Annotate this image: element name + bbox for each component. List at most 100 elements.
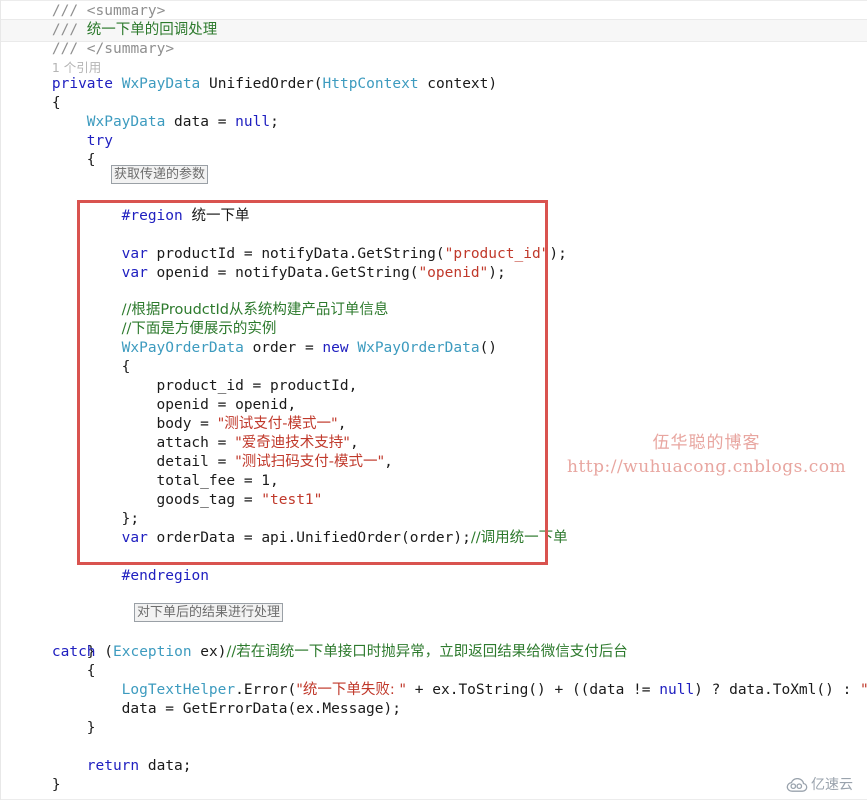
code-token: order =	[243, 340, 323, 356]
code-token: ""	[860, 682, 867, 698]
collapsed-region-get-params[interactable]: 获取传递的参数	[111, 165, 209, 184]
code-line-32[interactable]: return data;	[87, 757, 192, 776]
code-token: //下面是方便展示的实例	[121, 321, 277, 337]
code-token: context)	[418, 76, 498, 92]
code-line-28[interactable]: {	[87, 662, 96, 681]
code-line-6[interactable]: WxPayData data = null;	[87, 113, 279, 132]
site-logo: 亿速云	[786, 776, 853, 794]
code-token: "测试扫码支付-模式一"	[235, 454, 385, 470]
code-token: LogTextHelper	[121, 682, 236, 698]
site-logo-text: 亿速云	[811, 777, 853, 793]
code-line-15[interactable]: {	[122, 358, 131, 377]
code-token: productId = notifyData.GetString(	[147, 246, 445, 262]
code-token: var	[121, 530, 148, 546]
code-line-1[interactable]: /// 统一下单的回调处理	[52, 21, 217, 40]
code-token: var	[121, 265, 148, 281]
code-token: Exception	[113, 644, 192, 660]
code-token: product_id = productId,	[156, 378, 358, 394]
code-token: 统一下单的回调处理	[86, 22, 218, 38]
code-line-5[interactable]: {	[52, 94, 61, 113]
code-token: private	[51, 76, 122, 92]
code-token: WxPayData	[121, 76, 201, 92]
code-line-catch[interactable]: catch (Exception ex)//若在调统一下单接口时抛异常，立即返回…	[52, 643, 628, 662]
code-line-25[interactable]: #endregion	[122, 567, 209, 586]
code-token: );	[488, 265, 506, 281]
code-token: //调用统一下单	[470, 530, 568, 546]
code-token: HttpContext	[322, 76, 419, 92]
code-token: total_fee = 1,	[156, 473, 279, 489]
code-text-layer[interactable]: /// <summary>/// 统一下单的回调处理/// </summary>…	[1, 0, 867, 800]
code-token: 统一下单	[191, 208, 250, 224]
code-token: return	[86, 758, 140, 774]
code-token: "爱奇迪技术支持"	[235, 435, 350, 451]
code-line-30[interactable]: data = GetErrorData(ex.Message);	[122, 700, 401, 719]
code-line-31[interactable]: }	[87, 719, 96, 738]
code-line-24[interactable]: var orderData = api.UnifiedOrder(order);…	[122, 529, 568, 548]
code-token: {	[86, 663, 96, 679]
code-line-0[interactable]: /// <summary>	[52, 2, 166, 21]
code-token: null	[659, 682, 695, 698]
code-line-13[interactable]: //下面是方便展示的实例	[122, 320, 277, 339]
code-token: openid = notifyData.GetString(	[147, 265, 419, 281]
code-line-8[interactable]: {	[87, 151, 96, 170]
code-token: //若在调统一下单接口时抛异常，立即返回结果给微信支付后台	[226, 644, 628, 660]
code-token: goods_tag =	[156, 492, 262, 508]
code-line-22[interactable]: goods_tag = "test1"	[157, 491, 323, 510]
code-editor-surface[interactable]: /// <summary>/// 统一下单的回调处理/// </summary>…	[0, 0, 867, 800]
code-token: (	[95, 644, 113, 660]
code-token: .Error(	[235, 682, 297, 698]
code-token: "product_id"	[444, 246, 550, 262]
code-line-16[interactable]: product_id = productId,	[157, 377, 358, 396]
code-line-17[interactable]: openid = openid,	[157, 396, 297, 415]
code-token: null	[235, 114, 271, 130]
code-line-10[interactable]: var productId = notifyData.GetString("pr…	[122, 245, 567, 264]
code-line-2[interactable]: /// </summary>	[52, 40, 174, 59]
code-line-14[interactable]: WxPayOrderData order = new WxPayOrderDat…	[122, 339, 497, 358]
code-token: ,	[384, 454, 393, 470]
code-line-20[interactable]: detail = "测试扫码支付-模式一",	[157, 453, 393, 472]
code-token: }	[86, 720, 96, 736]
code-token: detail =	[156, 454, 236, 470]
code-line-12[interactable]: //根据ProudctId从系统构建产品订单信息	[122, 301, 389, 320]
collapsed-region-handle-result[interactable]: 对下单后的结果进行处理	[134, 603, 284, 622]
code-token: ()	[479, 340, 498, 356]
code-token: {	[51, 95, 61, 111]
code-token: 1 个引用	[51, 60, 102, 75]
code-token: "openid"	[418, 265, 489, 281]
code-line-29[interactable]: LogTextHelper.Error("统一下单失败: " + ex.ToSt…	[122, 681, 867, 700]
code-line-7[interactable]: try	[87, 132, 113, 151]
code-token: WxPayData	[86, 114, 166, 130]
code-token: #region	[121, 208, 183, 224]
code-token: UnifiedOrder(	[200, 76, 323, 92]
code-token: var	[121, 246, 148, 262]
code-token: );	[549, 246, 567, 262]
code-line-33[interactable]: }	[52, 776, 61, 795]
code-token: new	[322, 340, 349, 356]
code-token: body =	[156, 416, 218, 432]
code-token: ,	[337, 416, 347, 432]
code-token: WxPayOrderData	[121, 340, 244, 356]
code-line-18[interactable]: body = "测试支付-模式一",	[157, 415, 347, 434]
code-token: ///	[51, 22, 87, 38]
code-token: "test1"	[261, 492, 323, 508]
code-token: data =	[165, 114, 236, 130]
code-token: try	[86, 133, 113, 149]
code-token: </summary>	[86, 41, 175, 57]
code-token: ex)	[191, 644, 227, 660]
code-token: {	[121, 359, 131, 375]
code-token: ,	[349, 435, 359, 451]
code-line-4[interactable]: private WxPayData UnifiedOrder(HttpConte…	[52, 75, 497, 94]
code-line-19[interactable]: attach = "爱奇迪技术支持",	[157, 434, 359, 453]
code-token: data;	[139, 758, 192, 774]
code-token: ;	[270, 114, 279, 130]
code-token: WxPayOrderData	[357, 340, 480, 356]
code-token: "统一下单失败: "	[296, 682, 407, 698]
cloud-icon	[786, 777, 808, 793]
code-token: orderData = api.UnifiedOrder(order);	[147, 530, 471, 546]
code-line-23[interactable]: };	[122, 510, 139, 529]
code-line-11[interactable]: var openid = notifyData.GetString("openi…	[122, 264, 506, 283]
code-line-9[interactable]: #region 统一下单	[122, 207, 250, 226]
code-line-21[interactable]: total_fee = 1,	[157, 472, 279, 491]
code-token: #endregion	[121, 568, 209, 584]
code-token: "测试支付-模式一"	[217, 416, 338, 432]
